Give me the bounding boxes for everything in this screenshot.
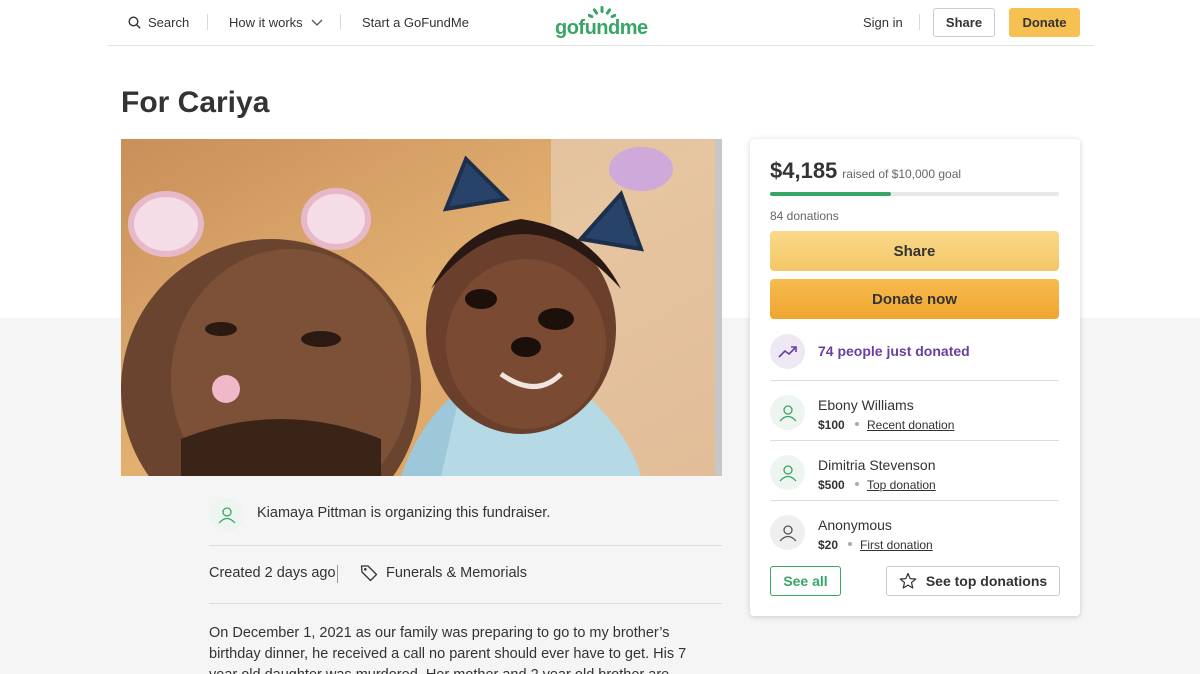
donor-name: Ebony Williams [818,397,914,413]
see-top-donations-label: See top donations [925,573,1048,589]
trending-up-icon [777,345,797,358]
search-icon [128,16,141,29]
donor-avatar [770,515,805,550]
search-link[interactable]: Search [128,0,189,45]
donation-type-link[interactable]: Recent donation [867,418,954,432]
sign-in-link[interactable]: Sign in [863,0,903,45]
raised-amount: $4,185 [770,158,838,183]
donor-amount: $500 [818,478,845,492]
goal-text: raised of $10,000 goal [842,167,962,181]
divider [209,545,722,546]
separator-dot [855,482,859,486]
campaign-story: On December 1, 2021 as our family was pr… [209,625,687,674]
donation-type-link[interactable]: First donation [860,538,933,552]
how-it-works-label: How it works [229,15,303,30]
created-date: Created 2 days ago [209,565,336,581]
start-gofundme-label: Start a GoFundMe [362,15,469,30]
category-link[interactable]: Funerals & Memorials [386,565,527,581]
donor-row: Ebony Williams $100 Recent donation [770,380,1059,440]
donor-row: Anonymous $20 First donation [770,500,1059,560]
donor-avatar [770,455,805,490]
top-navigation: Search How it works Start a GoFundMe gof… [108,0,1094,46]
separator-dot [855,422,859,426]
donor-amount: $20 [818,538,839,552]
person-icon [218,506,235,523]
how-it-works-menu[interactable]: How it works [229,0,323,45]
raised-summary: $4,185 raised of $10,000 goal [770,158,961,184]
progress-fill [770,192,891,196]
share-button[interactable]: Share [770,231,1059,271]
search-label: Search [148,15,190,30]
meta-divider [337,565,338,583]
donor-row: Dimitria Stevenson $500 Top donation [770,440,1059,500]
donation-type-link[interactable]: Top donation [867,478,936,492]
donor-name: Dimitria Stevenson [818,457,936,473]
nav-divider [340,14,341,30]
campaign-photo [121,139,722,476]
campaign-photo-image [121,139,722,476]
donor-avatar [770,395,805,430]
logo-text: gofundme [555,17,648,39]
person-icon [779,464,796,481]
nav-divider [919,14,920,30]
person-icon [779,404,796,421]
separator-dot [848,542,852,546]
header-share-button[interactable]: Share [933,8,995,37]
see-all-button[interactable]: See all [770,566,841,596]
trend-badge [770,334,805,369]
start-gofundme-link[interactable]: Start a GoFundMe [362,0,469,45]
tag-icon [360,565,378,582]
see-top-donations-button[interactable]: See top donations [886,566,1060,596]
organizer-text: Kiamaya Pittman is organizing this fundr… [257,505,551,521]
star-icon [899,572,917,589]
donation-card: $4,185 raised of $10,000 goal 84 donatio… [750,139,1080,616]
header-donate-button[interactable]: Donate [1009,8,1080,37]
sign-in-label: Sign in [863,15,903,30]
chevron-down-icon [311,19,323,26]
person-icon [779,524,796,541]
organizer-avatar [209,497,244,532]
nav-divider [207,14,208,30]
divider [209,603,722,604]
donor-amount: $100 [818,418,845,432]
donate-now-button[interactable]: Donate now [770,279,1059,319]
recent-donors-text: 74 people just donated [818,343,970,359]
gofundme-logo[interactable]: gofundme [555,4,649,40]
progress-bar [770,192,1059,196]
campaign-title: For Cariya [121,86,270,119]
donation-count: 84 donations [770,209,839,223]
donor-name: Anonymous [818,517,892,533]
